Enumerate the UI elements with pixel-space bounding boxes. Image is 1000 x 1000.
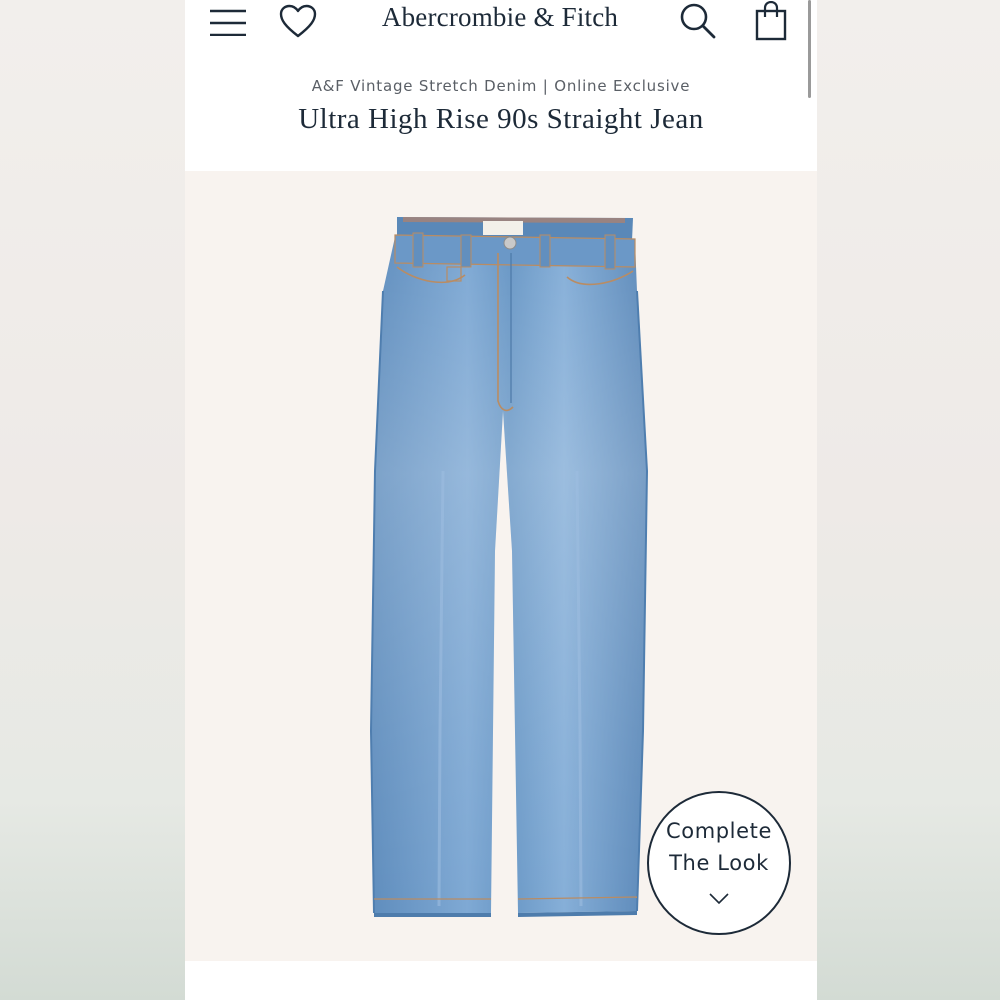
bag-icon — [755, 1, 787, 41]
product-collection-label: A&F Vintage Stretch Denim | Online Exclu… — [311, 77, 691, 95]
brand-logo[interactable]: Abercrombie & Fitch — [325, 0, 675, 34]
site-header: Abercrombie & Fitch — [185, 0, 817, 42]
complete-the-look-button[interactable]: Complete The Look — [647, 791, 791, 935]
shopping-bag-button[interactable] — [750, 0, 792, 42]
menu-button[interactable] — [207, 0, 249, 42]
mobile-product-page: Abercrombie & Fitch A&F Vintage Stretch … — [185, 0, 817, 1000]
heart-icon — [279, 4, 317, 38]
search-button[interactable] — [677, 0, 719, 42]
background-blur-left — [0, 0, 185, 1000]
chevron-down-icon — [709, 893, 729, 905]
complete-look-line1: Complete — [665, 819, 772, 843]
complete-look-line2: The Look — [669, 851, 769, 875]
product-title: Ultra High Rise 90s Straight Jean — [298, 103, 704, 135]
wishlist-button[interactable] — [277, 0, 319, 42]
search-icon — [680, 3, 716, 39]
below-image-area — [185, 961, 817, 1000]
menu-icon — [210, 9, 246, 36]
product-image[interactable]: Complete The Look — [185, 171, 817, 961]
background-blur-right — [817, 0, 1000, 1000]
